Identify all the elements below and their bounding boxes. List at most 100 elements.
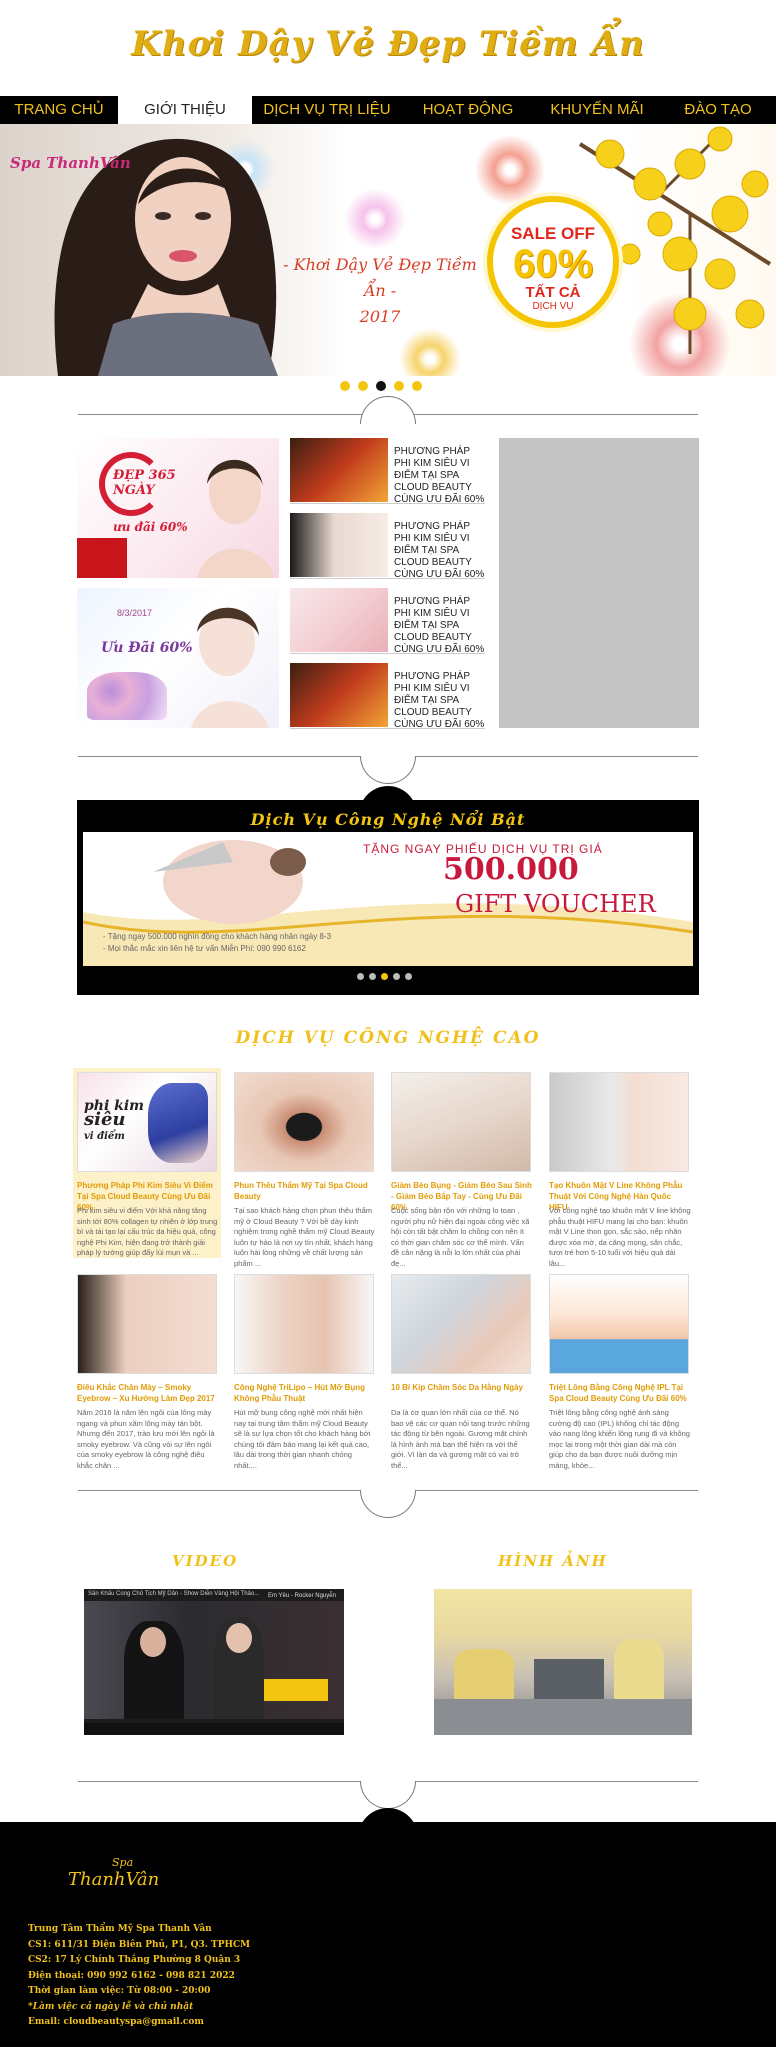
header: Khơi Dậy Vẻ Đẹp Tiềm Ẩn — [0, 0, 776, 96]
service-card[interactable]: Công Nghệ TriLipo – Hút Mỡ Bụng Không Ph… — [230, 1270, 378, 1470]
slider-dot[interactable] — [369, 973, 376, 980]
firework-decoration — [340, 184, 410, 254]
card-description: Hút mỡ bụng công nghệ mới nhất hiện nay … — [234, 1408, 371, 1470]
promo-thumb-image — [290, 588, 388, 652]
card-title[interactable]: Công Nghệ TriLipo – Hút Mỡ Bụng Không Ph… — [234, 1382, 376, 1404]
service-card[interactable]: Điêu Khắc Chân Mày – Smoky Eyebrow – Xu … — [73, 1270, 221, 1470]
promo-item-title[interactable]: PHƯƠNG PHÁP PHI KIM SIÊU VI ĐIỂM TẠI SPA… — [388, 438, 485, 505]
section-divider — [78, 1769, 698, 1809]
video-ad-overlay[interactable] — [264, 1679, 328, 1701]
promo-placeholder — [499, 438, 699, 728]
service-card[interactable]: phi kim siêu vi điểm Phương Pháp Phi Kim S… — [73, 1068, 221, 1258]
video-player[interactable]: Sân Khấu Cùng Chủ Tịch Mỹ Dân - Show Diễ… — [84, 1589, 344, 1735]
slider-dot-active[interactable] — [381, 973, 388, 980]
footer-email[interactable]: Email: cloudbeautyspa@gmail.com — [28, 2015, 250, 2031]
promo-banner-8-3[interactable]: 8/3/2017 Ưu Đãi 60% — [77, 588, 279, 728]
sale-all-label: TẤT CẢ — [525, 284, 581, 301]
slider-dot[interactable] — [405, 973, 412, 980]
promo-banner-365[interactable]: ĐẸP 365 NGÀY ưu đãi 60% — [77, 438, 279, 578]
service-card[interactable]: 10 Bí Kíp Chăm Sóc Da Hằng Ngày Da là cơ… — [387, 1270, 535, 1470]
service-card[interactable]: Giảm Béo Bụng - Giảm Béo Sau Sinh - Giảm… — [387, 1068, 535, 1268]
banner-year: 2017 — [359, 307, 401, 326]
hero-banner[interactable]: Spa ThanhVân - Khơi Dậy Vẻ Đẹp Tiềm Ẩn -… — [0, 124, 776, 376]
slider-dot[interactable] — [394, 381, 404, 391]
card-title[interactable]: Phun Thêu Thẩm Mỹ Tại Spa Cloud Beauty — [234, 1180, 376, 1202]
nav-training[interactable]: ĐÀO TẠO — [660, 96, 776, 124]
sale-percent: 60% — [512, 242, 594, 286]
banner-tagline: - Khơi Dậy Vẻ Đẹp Tiềm Ẩn - 2017 — [280, 252, 480, 330]
sale-off-label: SALE OFF — [510, 224, 596, 243]
service-card[interactable]: Phun Thêu Thẩm Mỹ Tại Spa Cloud Beauty T… — [230, 1068, 378, 1268]
video-frame[interactable] — [84, 1601, 344, 1719]
card-title[interactable]: Điêu Khắc Chân Mày – Smoky Eyebrow – Xu … — [77, 1382, 219, 1404]
card-description: Phi kim siêu vi điểm Với khả năng tăng s… — [77, 1206, 218, 1257]
promo-item-title[interactable]: PHƯƠNG PHÁP PHI KIM SIÊU VI ĐIỂM TẠI SPA… — [388, 513, 485, 580]
slider-dot[interactable] — [340, 381, 350, 391]
card-image: phi kim siêu vi điểm — [77, 1072, 217, 1172]
nav-home[interactable]: TRANG CHỦ — [0, 96, 118, 124]
nav-promotions[interactable]: KHUYẾN MÃI — [534, 96, 660, 124]
section-divider — [78, 744, 698, 784]
main-nav: TRANG CHỦ GIỚI THIỆU DỊCH VỤ TRỊ LIỆU HO… — [0, 96, 776, 124]
sale-services-label: DỊCH VỤ — [532, 301, 574, 312]
card-description: Da là cơ quan lớn nhất của cơ thể. Nó ba… — [391, 1408, 530, 1470]
card-description: Tại sao khách hàng chọn phun thêu thẩm m… — [234, 1206, 375, 1268]
slider-dot[interactable] — [358, 381, 368, 391]
sale-badge[interactable]: SALE OFF 60% TẤT CẢ DỊCH VỤ — [487, 196, 619, 328]
video-controls[interactable] — [84, 1723, 344, 1735]
service-card[interactable]: Triệt Lông Bằng Công Nghệ IPL Tại Spa Cl… — [545, 1270, 693, 1470]
footer-contact-info: Trung Tâm Thẩm Mỹ Spa Thanh Vân CS1: 611… — [28, 1922, 250, 2031]
card-description: Năm 2016 là năm lên ngôi của lông mày ng… — [77, 1408, 215, 1470]
promo-list-item[interactable]: PHƯƠNG PHÁP PHI KIM SIÊU VI ĐIỂM TẠI SPA… — [290, 438, 485, 505]
images-section-title: HÌNH ẢNH — [498, 1552, 608, 1570]
slider-dot[interactable] — [393, 973, 400, 980]
card-image — [391, 1274, 531, 1374]
firework-decoration — [395, 324, 465, 376]
card-title[interactable]: 10 Bí Kíp Chăm Sóc Da Hằng Ngày — [391, 1382, 533, 1393]
promo-365-offer: ưu đãi 60% — [113, 520, 188, 534]
gallery-photo[interactable] — [434, 1589, 692, 1735]
footer-address-1: CS1: 611/31 Điện Biên Phủ, P1, Q3. TPHCM — [28, 1939, 251, 1950]
card-image — [234, 1274, 374, 1374]
site-slogan[interactable]: Khơi Dậy Vẻ Đẹp Tiềm Ẩn — [0, 24, 776, 64]
slider-dot-active[interactable] — [376, 381, 386, 391]
promo-item-title[interactable]: PHƯƠNG PHÁP PHI KIM SIÊU VI ĐIỂM TẠI SPA… — [388, 588, 485, 655]
banner-tagline-text: - Khơi Dậy Vẻ Đẹp Tiềm Ẩn - — [283, 255, 477, 300]
promo-section: ĐẸP 365 NGÀY ưu đãi 60% 8/3/2017 Ưu Đãi … — [77, 438, 699, 730]
service-card[interactable]: Tạo Khuôn Mặt V Line Không Phẫu Thuật Vớ… — [545, 1068, 693, 1268]
card-image — [549, 1274, 689, 1374]
section-divider — [78, 396, 698, 426]
footer-company-name: Trung Tâm Thẩm Mỹ Spa Thanh Vân — [28, 1924, 212, 1934]
promo-365-title: ĐẸP 365 NGÀY — [113, 468, 176, 498]
gift-box-decoration — [77, 538, 127, 578]
footer-logo[interactable]: Spa ThanhVân — [68, 1856, 159, 1890]
featured-slider-dots — [357, 973, 412, 980]
slider-dot[interactable] — [412, 381, 422, 391]
card-image — [549, 1072, 689, 1172]
video-caption: Sân Khấu Cùng Chủ Tịch Mỹ Dân - Show Diễ… — [88, 1591, 260, 1597]
card-image — [391, 1072, 531, 1172]
card-title[interactable]: Triệt Lông Bằng Công Nghệ IPL Tại Spa Cl… — [549, 1382, 691, 1404]
promo-list-item[interactable]: PHƯƠNG PHÁP PHI KIM SIÊU VI ĐIỂM TẠI SPA… — [290, 513, 485, 580]
promo-thumb-image — [290, 663, 388, 727]
promo-list: PHƯƠNG PHÁP PHI KIM SIÊU VI ĐIỂM TẠI SPA… — [290, 438, 485, 738]
promo-thumb-image — [290, 513, 388, 577]
card-description: Với công nghệ tạo khuôn mặt V line không… — [549, 1206, 691, 1268]
footer-logo-small: Spa — [112, 1856, 134, 1869]
footer-phone[interactable]: Điện thoại: 090 992 6162 - 098 821 2022 — [28, 1969, 250, 1985]
card-description: Triệt lông bằng công nghệ ánh sáng cường… — [549, 1408, 690, 1470]
slider-dot[interactable] — [357, 973, 364, 980]
promo-83-date: 8/3/2017 — [117, 608, 153, 618]
promo-item-title[interactable]: PHƯƠNG PHÁP PHI KIM SIÊU VI ĐIỂM TẠI SPA… — [388, 663, 485, 730]
featured-title: Dịch Vụ Công Nghệ Nổi Bật — [250, 810, 526, 829]
card-image — [77, 1274, 217, 1374]
nav-about[interactable]: GIỚI THIỆU — [118, 96, 252, 124]
promo-list-item[interactable]: PHƯƠNG PHÁP PHI KIM SIÊU VI ĐIỂM TẠI SPA… — [290, 663, 485, 730]
nav-activities[interactable]: HOẠT ĐỘNG — [402, 96, 534, 124]
voucher-gift-label: GIFT VOUCHER — [455, 890, 656, 918]
nav-therapy-services[interactable]: DỊCH VỤ TRỊ LIỆU — [252, 96, 402, 124]
voucher-line-1: - Tặng ngay 500.000 nghìn đồng cho khách… — [103, 932, 332, 941]
promo-list-item[interactable]: PHƯƠNG PHÁP PHI KIM SIÊU VI ĐIỂM TẠI SPA… — [290, 588, 485, 655]
footer-logo-text: ThanhVân — [68, 1869, 160, 1890]
gift-voucher-slide[interactable]: TẶNG NGAY PHIẾU DỊCH VỤ TRỊ GIÁ 500.000 … — [83, 832, 693, 966]
